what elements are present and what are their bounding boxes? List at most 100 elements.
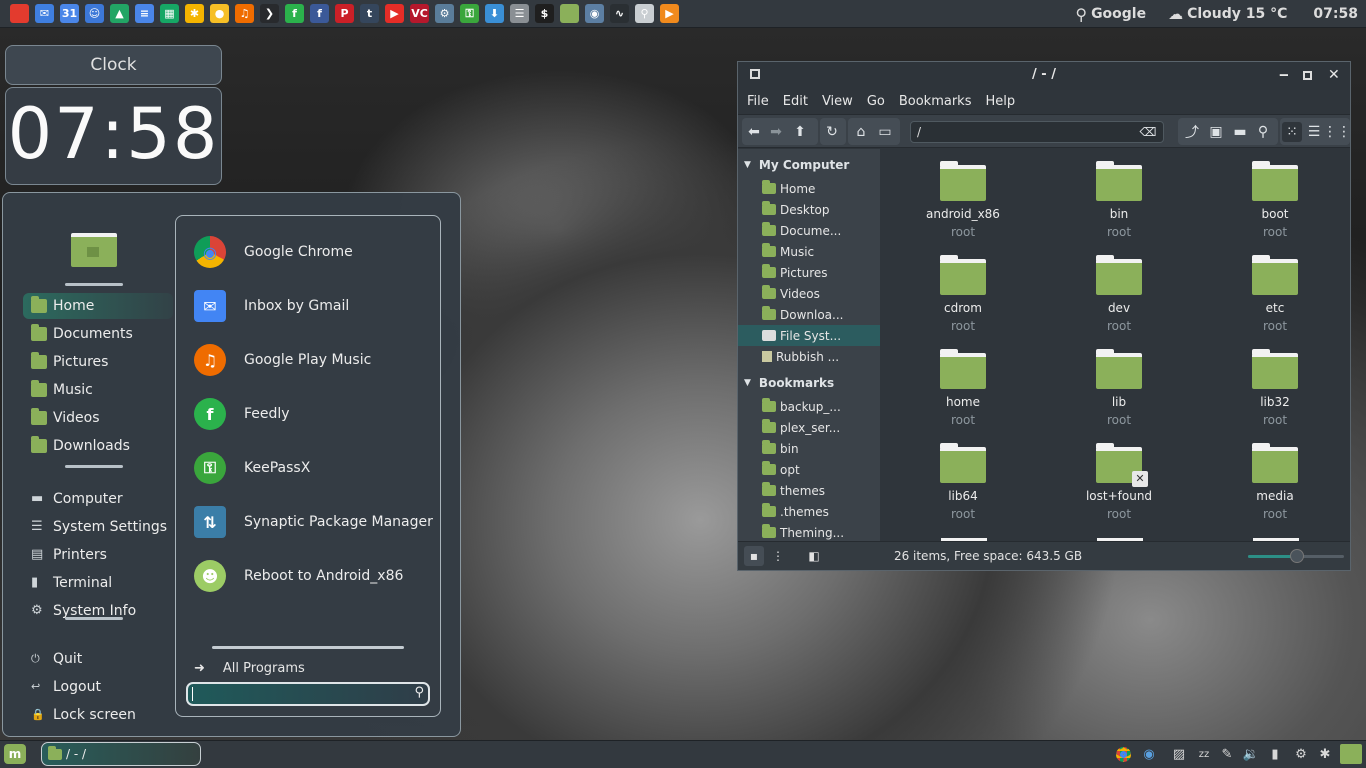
menu-system-system-settings[interactable]: ☰ System Settings: [23, 514, 173, 540]
gmail-inbox-icon[interactable]: ✉: [35, 4, 54, 23]
keep-icon[interactable]: ●: [210, 4, 229, 23]
menu-go[interactable]: Go: [867, 94, 885, 109]
files-icon[interactable]: [560, 4, 579, 23]
menu-system-computer[interactable]: ▬ Computer: [23, 486, 173, 512]
close-icon[interactable]: ✕: [1328, 62, 1340, 88]
volume-icon[interactable]: 🔉: [1242, 745, 1260, 763]
sidebar-bookmark[interactable]: plex_ser...: [738, 417, 880, 438]
menu-system-system-info[interactable]: ⚙ System Info: [23, 598, 173, 624]
menu-view[interactable]: View: [822, 94, 853, 109]
drive-icon[interactable]: ▲: [110, 4, 129, 23]
sidebar-place[interactable]: Pictures: [738, 262, 880, 283]
minimize-icon[interactable]: ‒: [1279, 62, 1289, 88]
system-monitor-icon[interactable]: ▨: [1170, 745, 1188, 763]
sidebar-place[interactable]: Desktop: [738, 199, 880, 220]
pinterest-icon[interactable]: P: [335, 4, 354, 23]
file-item[interactable]: dev root: [1059, 243, 1179, 333]
sheets-icon[interactable]: ▦: [160, 4, 179, 23]
docs-icon[interactable]: ≡: [135, 4, 154, 23]
plex-icon[interactable]: ❯: [260, 4, 279, 23]
sidebar-place[interactable]: Home: [738, 178, 880, 199]
window-menu-icon[interactable]: [750, 69, 760, 79]
file-item[interactable]: lib root: [1059, 337, 1179, 427]
search-icon[interactable]: ⚲: [1253, 122, 1273, 142]
menu-button[interactable]: m: [4, 744, 26, 764]
feedly-icon[interactable]: f: [285, 4, 304, 23]
open-terminal-icon[interactable]: ▣: [1206, 122, 1226, 142]
zoom-slider-handle[interactable]: [1290, 549, 1304, 563]
taskbar-window-button[interactable]: / - /: [41, 742, 201, 766]
sidebar-bookmark[interactable]: Theming...: [738, 522, 880, 543]
chrome-tray-icon[interactable]: [1114, 745, 1132, 763]
keepassx-icon[interactable]: ⚿: [460, 4, 479, 23]
show-desktop-button[interactable]: [1340, 744, 1362, 764]
menu-system-printers[interactable]: ▤ Printers: [23, 542, 173, 568]
menu-place-downloads[interactable]: Downloads: [23, 433, 173, 459]
home-icon[interactable]: ⌂: [851, 122, 871, 142]
toggle-location-icon[interactable]: ⤴: [1182, 122, 1202, 142]
menu-session-logout[interactable]: ↩ Logout: [23, 674, 173, 700]
favorite-app[interactable]: ☻ Reboot to Android_x86: [194, 556, 403, 596]
back-icon[interactable]: ⬅: [744, 122, 764, 142]
bookmarks-section[interactable]: ▼ Bookmarks: [744, 373, 834, 393]
terminal-icon[interactable]: $: [535, 4, 554, 23]
calendar-icon[interactable]: 31: [60, 4, 79, 23]
sidebar-place[interactable]: Rubbish ...: [738, 346, 880, 367]
all-programs-button[interactable]: ➜ All Programs: [194, 658, 305, 678]
camera-icon[interactable]: ◉: [585, 4, 604, 23]
tumblr-icon[interactable]: t: [360, 4, 379, 23]
file-item[interactable]: home root: [903, 337, 1023, 427]
network-globe-icon[interactable]: ◉: [1140, 745, 1158, 763]
list-view-icon[interactable]: ☰: [1304, 122, 1324, 142]
file-item[interactable]: boot root: [1215, 149, 1335, 239]
search-label[interactable]: Google: [1091, 6, 1146, 22]
sidebar-place[interactable]: Music: [738, 241, 880, 262]
download-icon[interactable]: ⬇: [485, 4, 504, 23]
sidebar-bookmark[interactable]: opt: [738, 459, 880, 480]
menu-place-documents[interactable]: Documents: [23, 321, 173, 347]
favorite-app[interactable]: ✉ Inbox by Gmail: [194, 286, 349, 326]
menu-help[interactable]: Help: [985, 94, 1015, 109]
photos-icon[interactable]: ✱: [185, 4, 204, 23]
file-item[interactable]: lib32 root: [1215, 337, 1335, 427]
icon-view-icon[interactable]: ⁙: [1282, 122, 1302, 142]
clear-location-icon[interactable]: ⌫: [1138, 122, 1158, 142]
sidebar-place[interactable]: File Syst...: [738, 325, 880, 346]
system-monitor-icon[interactable]: ∿: [610, 4, 629, 23]
sidebar-bookmark[interactable]: bin: [738, 438, 880, 459]
menu-session-quit[interactable]: ⏻ Quit: [23, 646, 173, 672]
favorite-app[interactable]: ⇅ Synaptic Package Manager: [194, 502, 433, 542]
favorite-app[interactable]: ♫ Google Play Music: [194, 340, 371, 380]
zoom-slider[interactable]: [1248, 549, 1344, 563]
file-item[interactable]: cdrom root: [903, 243, 1023, 333]
up-icon[interactable]: ⬆: [790, 122, 810, 142]
search-app-icon[interactable]: ⚲: [635, 4, 654, 23]
sidebar-bookmark[interactable]: backup_...: [738, 396, 880, 417]
search-icon[interactable]: ⚲: [1075, 5, 1087, 24]
vlc-play-icon[interactable]: ▶: [660, 4, 679, 23]
new-folder-icon[interactable]: ▬: [1230, 122, 1250, 142]
contacts-icon[interactable]: ☺: [85, 4, 104, 23]
settings-tray-icon[interactable]: ⚙: [1292, 745, 1310, 763]
play-music-icon[interactable]: ♫: [235, 4, 254, 23]
reload-icon[interactable]: ↻: [822, 122, 842, 142]
menu-bookmarks[interactable]: Bookmarks: [899, 94, 972, 109]
menu-system-terminal[interactable]: ▮ Terminal: [23, 570, 173, 596]
sidebar-bookmark[interactable]: .themes: [738, 501, 880, 522]
facebook-icon[interactable]: f: [310, 4, 329, 23]
favorite-app[interactable]: f Feedly: [194, 394, 290, 434]
compact-view-icon[interactable]: ⋮⋮: [1323, 122, 1351, 142]
sidebar-place[interactable]: Docume...: [738, 220, 880, 241]
maximize-icon[interactable]: [1303, 71, 1312, 80]
favorite-app[interactable]: ⚿ KeePassX: [194, 448, 310, 488]
file-item[interactable]: ✕ lost+found root: [1059, 431, 1179, 521]
menu-place-music[interactable]: Music: [23, 377, 173, 403]
menu-file[interactable]: File: [747, 94, 769, 109]
window-titlebar[interactable]: / - / ‒ ✕: [738, 62, 1350, 90]
menu-place-videos[interactable]: Videos: [23, 405, 173, 431]
sidebar-place[interactable]: Videos: [738, 283, 880, 304]
sidebar-place[interactable]: Downloa...: [738, 304, 880, 325]
top-clock[interactable]: 07:58: [1313, 6, 1358, 22]
network-icon[interactable]: ⚙: [435, 4, 454, 23]
chrome-icon[interactable]: [10, 4, 29, 23]
